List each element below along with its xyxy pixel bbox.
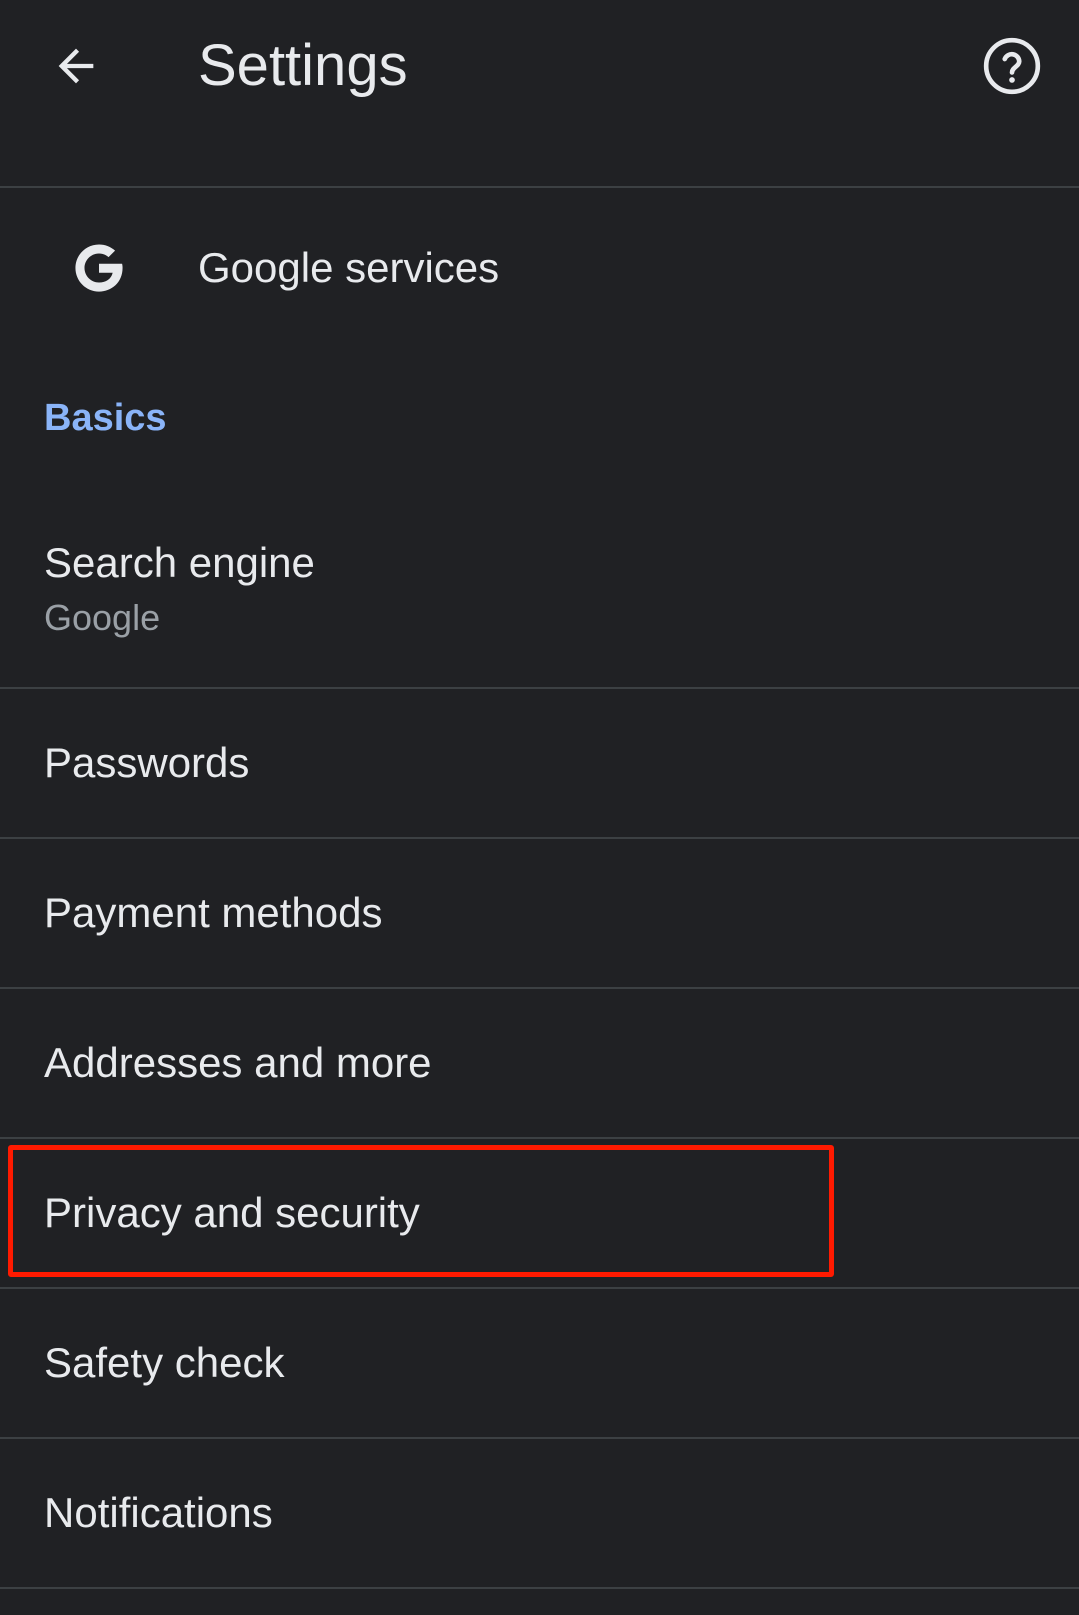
page-title: Settings	[198, 33, 408, 98]
settings-item-addresses[interactable]: Addresses and more	[0, 989, 1079, 1137]
settings-item-search-engine[interactable]: Search engine Google	[0, 505, 1079, 687]
settings-item-label: Safety check	[44, 1339, 285, 1386]
help-button[interactable]	[976, 30, 1048, 102]
settings-item-label: Addresses and more	[44, 1039, 432, 1086]
settings-item-label: Passwords	[44, 739, 250, 786]
settings-item-summary: Google	[44, 597, 161, 638]
settings-item-label: Search engine	[44, 539, 315, 586]
settings-item-label: Notifications	[44, 1489, 273, 1536]
google-services-label: Google services	[198, 244, 500, 291]
google-g-icon	[64, 233, 134, 303]
google-services-item[interactable]: Google services	[0, 188, 1079, 348]
back-button[interactable]	[40, 30, 112, 102]
settings-item-privacy-security[interactable]: Privacy and security	[0, 1139, 1079, 1287]
settings-item-notifications[interactable]: Notifications	[0, 1439, 1079, 1587]
top-app-bar: Settings	[0, 0, 1079, 186]
arrow-back-icon	[58, 48, 94, 84]
section-header-basics: Basics	[44, 397, 167, 439]
settings-item-passwords[interactable]: Passwords	[0, 689, 1079, 837]
settings-item-label: Privacy and security	[44, 1189, 420, 1236]
settings-item-safety-check[interactable]: Safety check	[0, 1289, 1079, 1437]
help-circle-icon	[983, 37, 1041, 95]
settings-item-payment-methods[interactable]: Payment methods	[0, 839, 1079, 987]
divider	[0, 1587, 1079, 1589]
settings-screen: Settings Google services Basics Search e…	[0, 0, 1079, 1615]
settings-item-label: Payment methods	[44, 889, 383, 936]
